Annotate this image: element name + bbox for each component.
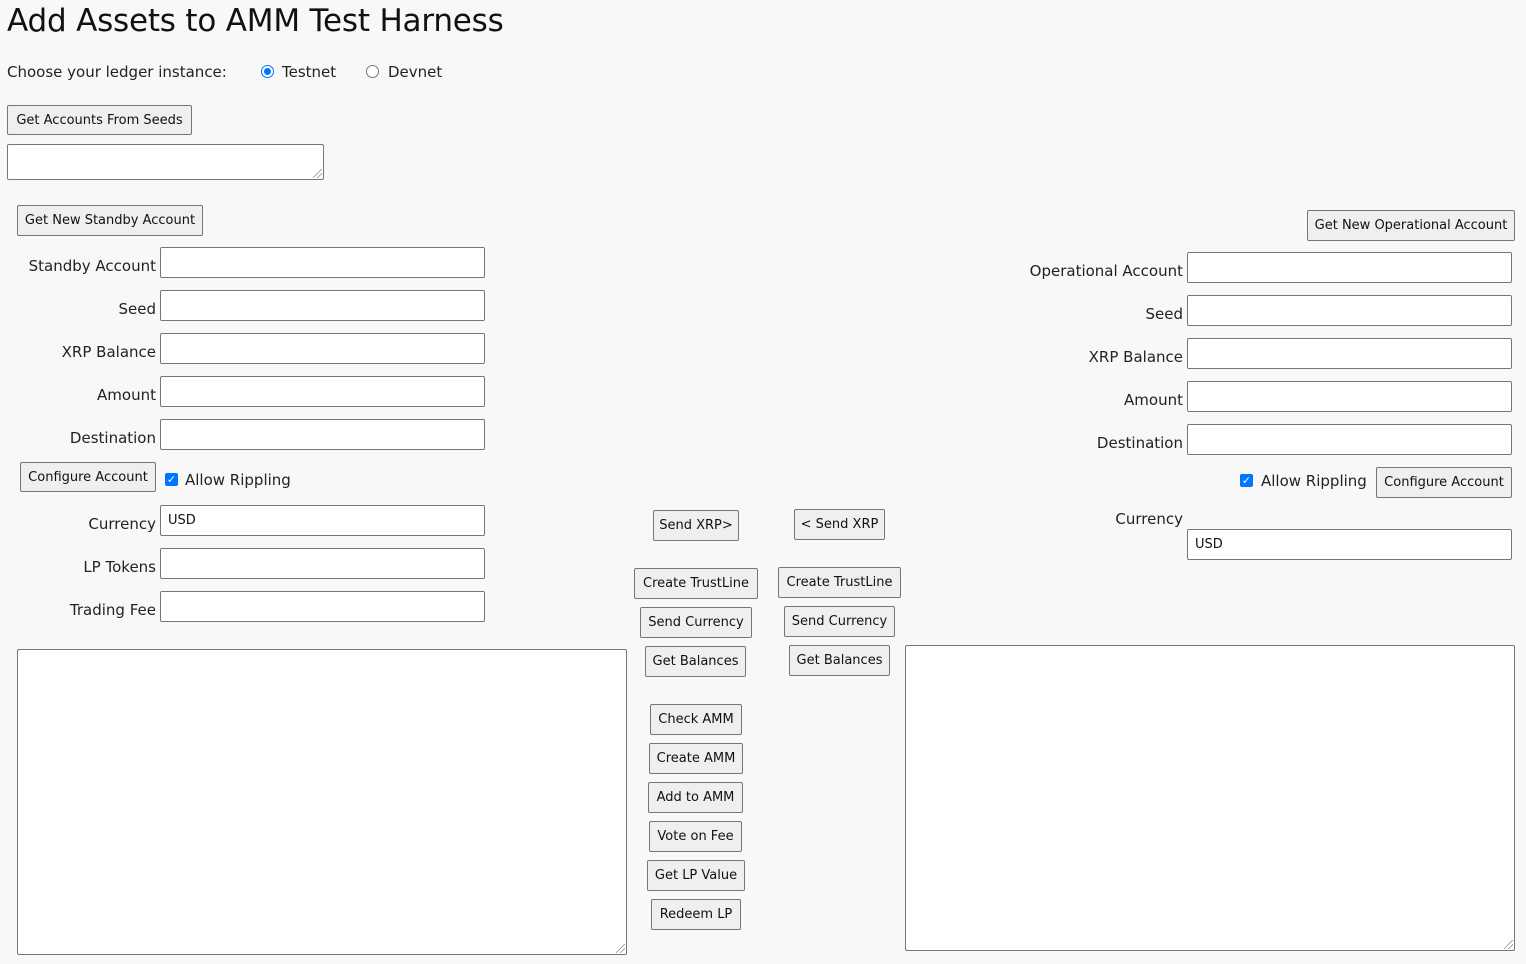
standby-xrp-balance-input[interactable] <box>160 333 485 364</box>
operational-xrp-balance-input[interactable] <box>1187 338 1512 369</box>
add-to-amm-button[interactable]: Add to AMM <box>648 782 743 813</box>
ledger-prompt: Choose your ledger instance: <box>7 63 227 81</box>
page-title: Add Assets to AMM Test Harness <box>7 3 504 39</box>
standby-lp-tokens-label: LP Tokens <box>83 558 156 576</box>
operational-destination-label: Destination <box>1096 434 1183 452</box>
seeds-textarea[interactable] <box>7 144 324 180</box>
standby-destination-input[interactable] <box>160 419 485 450</box>
operational-allow-rippling-checkbox[interactable]: ✓ <box>1240 474 1253 487</box>
send-xrp-to-operational-button[interactable]: Send XRP> <box>653 510 739 541</box>
standby-seed-label: Seed <box>118 300 157 318</box>
devnet-label: Devnet <box>388 63 443 81</box>
operational-currency-label: Currency <box>1115 510 1183 528</box>
operational-results-textarea[interactable] <box>905 645 1515 951</box>
standby-account-label: Standby Account <box>28 257 156 275</box>
standby-allow-rippling-label: Allow Rippling <box>185 471 291 489</box>
create-amm-button[interactable]: Create AMM <box>649 743 743 774</box>
standby-amount-input[interactable] <box>160 376 485 407</box>
get-new-operational-account-button[interactable]: Get New Operational Account <box>1307 210 1515 241</box>
operational-get-balances-button[interactable]: Get Balances <box>789 645 890 676</box>
check-amm-button[interactable]: Check AMM <box>650 704 742 735</box>
redeem-lp-button[interactable]: Redeem LP <box>651 899 741 930</box>
get-lp-value-button[interactable]: Get LP Value <box>647 860 745 891</box>
operational-account-input[interactable] <box>1187 252 1512 283</box>
vote-on-fee-button[interactable]: Vote on Fee <box>649 821 742 852</box>
standby-account-input[interactable] <box>160 247 485 278</box>
standby-trading-fee-input[interactable] <box>160 591 485 622</box>
operational-currency-input[interactable]: USD <box>1187 529 1512 560</box>
operational-account-label: Operational Account <box>1029 262 1183 280</box>
operational-allow-rippling-label: Allow Rippling <box>1261 472 1367 490</box>
operational-seed-label: Seed <box>1145 305 1184 323</box>
devnet-radio[interactable] <box>366 65 379 78</box>
operational-seed-input[interactable] <box>1187 295 1512 326</box>
standby-lp-tokens-input[interactable] <box>160 548 485 579</box>
resize-grip-icon[interactable] <box>313 169 322 178</box>
standby-amount-label: Amount <box>97 386 156 404</box>
standby-currency-label: Currency <box>88 515 156 533</box>
operational-create-trustline-button[interactable]: Create TrustLine <box>778 567 901 598</box>
operational-xrp-balance-label: XRP Balance <box>1088 348 1183 366</box>
standby-send-currency-button[interactable]: Send Currency <box>640 607 752 638</box>
get-new-standby-account-button[interactable]: Get New Standby Account <box>17 205 203 236</box>
operational-send-currency-button[interactable]: Send Currency <box>784 606 895 637</box>
send-xrp-to-standby-button[interactable]: < Send XRP <box>794 509 885 540</box>
standby-destination-label: Destination <box>69 429 156 447</box>
resize-grip-icon[interactable] <box>616 944 625 953</box>
standby-get-balances-button[interactable]: Get Balances <box>645 646 746 677</box>
operational-configure-account-button[interactable]: Configure Account <box>1376 467 1512 498</box>
testnet-label: Testnet <box>282 63 337 81</box>
testnet-radio[interactable] <box>261 65 274 78</box>
standby-xrp-balance-label: XRP Balance <box>61 343 156 361</box>
operational-destination-input[interactable] <box>1187 424 1512 455</box>
standby-currency-input[interactable]: USD <box>160 505 485 536</box>
standby-allow-rippling-checkbox[interactable]: ✓ <box>165 473 178 486</box>
operational-amount-input[interactable] <box>1187 381 1512 412</box>
operational-amount-label: Amount <box>1124 391 1183 409</box>
standby-seed-input[interactable] <box>160 290 485 321</box>
standby-configure-account-button[interactable]: Configure Account <box>20 462 156 492</box>
standby-results-textarea[interactable] <box>17 649 627 955</box>
standby-trading-fee-label: Trading Fee <box>69 601 156 619</box>
resize-grip-icon[interactable] <box>1504 940 1513 949</box>
get-accounts-from-seeds-button[interactable]: Get Accounts From Seeds <box>7 105 192 135</box>
standby-create-trustline-button[interactable]: Create TrustLine <box>634 568 758 599</box>
